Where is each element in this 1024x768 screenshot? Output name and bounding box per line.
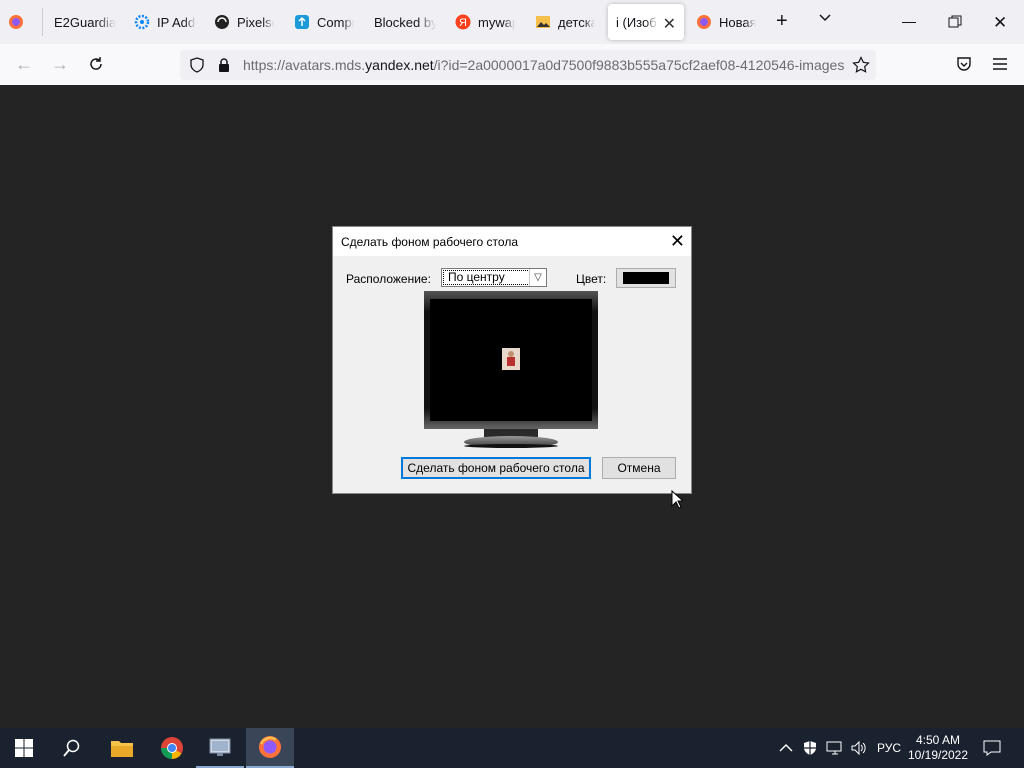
minimize-icon[interactable] bbox=[902, 22, 916, 23]
url-prefix: https://avatars.mds. bbox=[243, 57, 366, 73]
forward-arrow-icon[interactable]: → bbox=[48, 52, 72, 76]
clock[interactable]: 4:50 AM 10/19/2022 bbox=[906, 728, 970, 768]
gear-icon bbox=[134, 14, 150, 30]
tab-e2guardian[interactable]: E2Guardian bbox=[54, 4, 116, 40]
chrome-icon[interactable] bbox=[148, 728, 196, 768]
lock-icon[interactable] bbox=[217, 57, 231, 78]
chevron-down-icon[interactable] bbox=[817, 10, 833, 31]
show-hidden-icons-chevron-icon[interactable] bbox=[779, 728, 793, 768]
set-wallpaper-button[interactable]: Сделать фоном рабочего стола bbox=[401, 457, 591, 479]
shield-icon[interactable] bbox=[189, 57, 205, 78]
notifications-icon[interactable] bbox=[983, 728, 1001, 768]
tab-bar: E2Guardian IP Address Pixelsquid Compres… bbox=[0, 0, 1024, 44]
tab-divider bbox=[42, 8, 43, 36]
monitor-preview bbox=[424, 291, 598, 451]
windows-start-icon[interactable] bbox=[0, 728, 48, 768]
pixelsquid-icon bbox=[215, 15, 229, 29]
image-icon bbox=[536, 16, 550, 28]
position-label: Расположение: bbox=[346, 272, 431, 286]
tab-label: Pixelsquid bbox=[237, 14, 274, 30]
svg-text:Я: Я bbox=[459, 17, 467, 29]
close-icon[interactable]: ✕ bbox=[663, 14, 676, 34]
restore-icon[interactable] bbox=[948, 15, 962, 34]
menu-hamburger-icon[interactable] bbox=[992, 57, 1008, 76]
search-icon[interactable] bbox=[48, 728, 96, 768]
tab-ip-address[interactable]: IP Address bbox=[134, 4, 196, 40]
clock-time: 4:50 AM bbox=[915, 733, 961, 747]
tab-label: E2Guardian bbox=[54, 14, 116, 30]
cancel-button[interactable]: Отмена bbox=[602, 457, 676, 479]
position-select-value: По центру bbox=[443, 270, 530, 285]
wallpaper-thumbnail bbox=[502, 348, 520, 370]
color-label: Цвет: bbox=[576, 272, 607, 286]
compress-icon bbox=[295, 15, 309, 29]
url-suffix: /i?id=2a0000017a0d7500f9883b555a75cf2aef… bbox=[433, 57, 845, 73]
reload-icon[interactable] bbox=[84, 52, 108, 76]
position-select[interactable]: По центру ▽ bbox=[441, 268, 547, 287]
firefox-icon bbox=[697, 15, 711, 29]
clock-date: 10/19/2022 bbox=[907, 748, 969, 762]
url-bar[interactable]: https://avatars.mds.yandex.net/i?id=2a00… bbox=[180, 50, 876, 80]
tab-label: i (Изображение) bbox=[616, 14, 658, 30]
file-explorer-icon[interactable] bbox=[98, 728, 146, 768]
defender-shield-icon[interactable] bbox=[802, 728, 818, 768]
back-arrow-icon[interactable]: ← bbox=[12, 52, 36, 76]
new-tab-plus-icon[interactable]: + bbox=[776, 10, 788, 33]
tab-pixelsquid[interactable]: Pixelsquid bbox=[214, 4, 274, 40]
mouse-cursor-icon bbox=[671, 489, 685, 514]
yandex-icon: Я bbox=[455, 14, 471, 30]
volume-icon[interactable] bbox=[850, 728, 868, 768]
url-domain: yandex.net bbox=[365, 57, 434, 73]
dialog-titlebar: Сделать фоном рабочего стола ✕ bbox=[333, 227, 691, 256]
tab-label: детская bbox=[558, 14, 595, 30]
tab-label: IP Address bbox=[157, 14, 196, 30]
firefox-taskbar-icon[interactable] bbox=[246, 728, 294, 768]
bookmark-star-icon[interactable] bbox=[852, 56, 870, 79]
display-settings-icon[interactable] bbox=[196, 728, 244, 768]
set-wallpaper-dialog: Сделать фоном рабочего стола ✕ Расположе… bbox=[332, 226, 692, 494]
close-icon[interactable]: ✕ bbox=[670, 231, 685, 252]
tab-label: Новая вкладка bbox=[719, 14, 756, 30]
taskbar: РУС 4:50 AM 10/19/2022 bbox=[0, 728, 1024, 768]
color-swatch bbox=[623, 272, 669, 284]
tab-blocked[interactable]: Blocked by bbox=[374, 4, 436, 40]
dialog-title: Сделать фоном рабочего стола bbox=[341, 235, 518, 249]
color-picker-button[interactable] bbox=[616, 268, 676, 288]
tab-label: mywap bbox=[478, 14, 515, 30]
chevron-down-icon[interactable]: ▽ bbox=[529, 269, 546, 286]
tab-compress[interactable]: Compress bbox=[294, 4, 354, 40]
nav-toolbar: ← → https://avatars.mds.yandex.net/i?id=… bbox=[0, 44, 1024, 86]
firefox-icon bbox=[9, 15, 23, 29]
tab-new[interactable]: Новая вкладка bbox=[696, 4, 756, 40]
pocket-icon[interactable] bbox=[956, 56, 972, 77]
window-close-icon[interactable]: ✕ bbox=[993, 13, 1007, 33]
tab-label: Compress bbox=[317, 14, 354, 30]
tab-label: Blocked by bbox=[374, 14, 436, 30]
network-icon[interactable] bbox=[826, 728, 844, 768]
language-indicator[interactable]: РУС bbox=[877, 728, 901, 768]
tab-image-active[interactable]: i (Изображение) ✕ bbox=[608, 4, 684, 40]
tab-firefox-view[interactable] bbox=[8, 4, 32, 40]
tab-detskaya[interactable]: детская bbox=[535, 4, 595, 40]
url-text[interactable]: https://avatars.mds.yandex.net/i?id=2a00… bbox=[243, 57, 848, 73]
tab-mywap[interactable]: Я mywap bbox=[455, 4, 515, 40]
